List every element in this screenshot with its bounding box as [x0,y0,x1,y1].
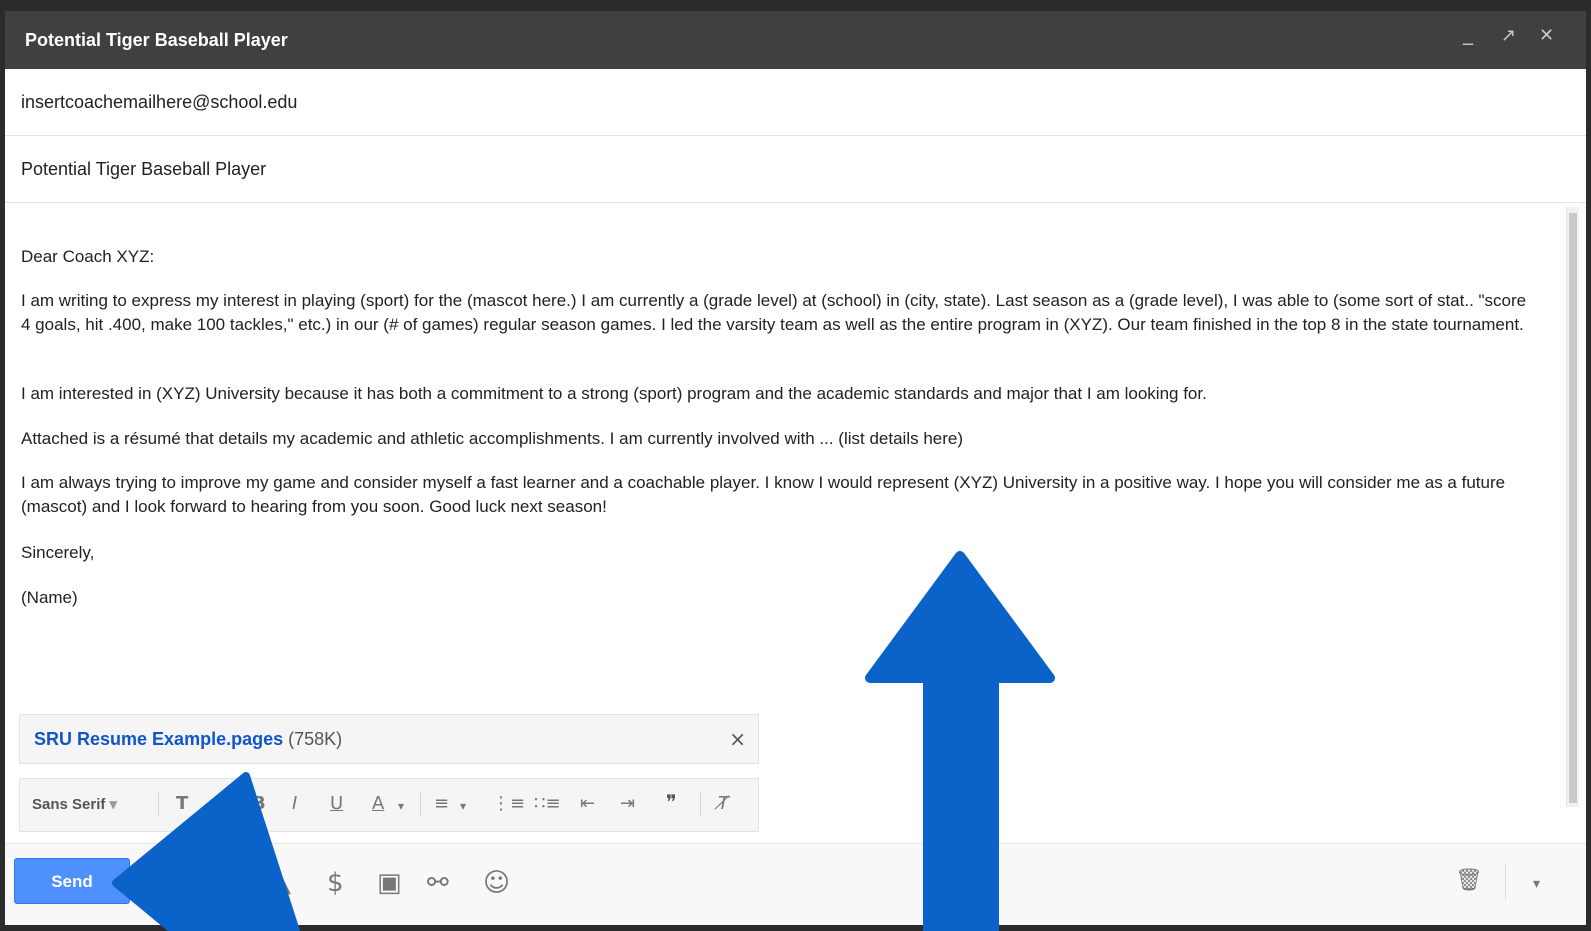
font-select-label: Sans Serif [32,796,106,813]
indent-more-icon[interactable]: ⇥ [620,793,635,814]
insert-emoji-icon[interactable]: ☺ [483,868,510,898]
insert-link-icon[interactable]: ⚯ [427,868,449,898]
minimize-icon[interactable]: _ [1463,21,1473,45]
body-signature: (Name) [21,588,78,607]
font-caret-icon: ▾ [109,796,118,813]
subject-field-value: Potential Tiger Baseball Player [21,159,267,179]
indent-less-icon[interactable]: ⇤ [580,793,595,814]
compose-bottom-toolbar: Send A 📎 ▲ $ ▣ ⚯ ☺ 🗑 ▾ [5,843,1586,925]
body-closing: Sincerely, [21,543,95,562]
more-options-icon[interactable]: ▾ [1533,876,1540,892]
remove-attachment-icon[interactable]: × [729,727,746,751]
attachment-size: (758K) [288,729,343,749]
numbered-list-icon[interactable]: ⋮≡ [492,793,525,814]
toolbar-divider [420,791,421,817]
message-body[interactable]: Dear Coach XYZ: I am writing to express … [5,203,1565,693]
underline-icon[interactable]: U [330,793,343,814]
close-icon[interactable]: ✕ [1539,25,1554,46]
insert-photo-icon[interactable]: ▣ [377,868,402,898]
attachment-link[interactable]: SRU Resume Example.pages (758K) [34,729,342,750]
toolbar-divider [158,791,159,817]
toolbar-divider [1505,864,1506,900]
attach-file-icon[interactable]: 📎 [213,868,245,898]
body-scrollbar[interactable] [1566,207,1579,807]
attachment-chip[interactable]: SRU Resume Example.pages (758K) × [19,714,759,764]
italic-icon[interactable]: I [292,793,297,814]
quote-icon[interactable]: ❞ [666,790,677,814]
scrollbar-thumb[interactable] [1569,213,1577,803]
send-money-icon[interactable]: $ [327,868,344,898]
clear-format-icon[interactable]: T̸ [718,793,729,814]
drive-icon[interactable]: ▲ [271,868,291,898]
align-icon[interactable]: ≡ [434,793,449,814]
compose-window: Potential Tiger Baseball Player _ ↗ ✕ in… [5,11,1586,925]
body-paragraph-3: Attached is a résumé that details my aca… [21,429,964,448]
align-caret-icon[interactable]: ▾ [460,799,466,813]
compose-title: Potential Tiger Baseball Player [25,30,288,50]
toolbar-divider [700,791,701,817]
attachment-name[interactable]: SRU Resume Example.pages [34,729,283,749]
popout-icon[interactable]: ↗ [1501,25,1516,46]
body-paragraph-4: I am always trying to improve my game an… [21,473,1506,516]
to-field[interactable]: insertcoachemailhere@school.edu [5,69,1586,136]
bulleted-list-icon[interactable]: ∷≡ [534,793,561,814]
font-size-icon[interactable]: T [176,793,188,814]
bold-icon[interactable]: B [252,793,266,814]
formatting-toolbar: Sans Serif ▾ T B I U A ▾ ≡ ▾ ⋮≡ ∷≡ ⇤ ⇥ ❞… [19,778,759,832]
body-paragraph-2: I am interested in (XYZ) University beca… [21,384,1207,403]
font-select[interactable]: Sans Serif ▾ [32,795,117,813]
text-color-caret-icon[interactable]: ▾ [398,799,404,813]
discard-draft-icon[interactable]: 🗑 [1455,868,1483,893]
body-paragraph-1: I am writing to express my interest in p… [21,291,1527,334]
subject-field[interactable]: Potential Tiger Baseball Player [5,136,1586,203]
send-button[interactable]: Send [14,858,130,904]
compose-titlebar: Potential Tiger Baseball Player _ ↗ ✕ [5,11,1586,69]
to-field-value: insertcoachemailhere@school.edu [21,92,298,112]
formatting-options-icon[interactable]: A [153,868,171,898]
body-greeting: Dear Coach XYZ: [21,247,155,266]
text-color-icon[interactable]: A [372,793,384,814]
